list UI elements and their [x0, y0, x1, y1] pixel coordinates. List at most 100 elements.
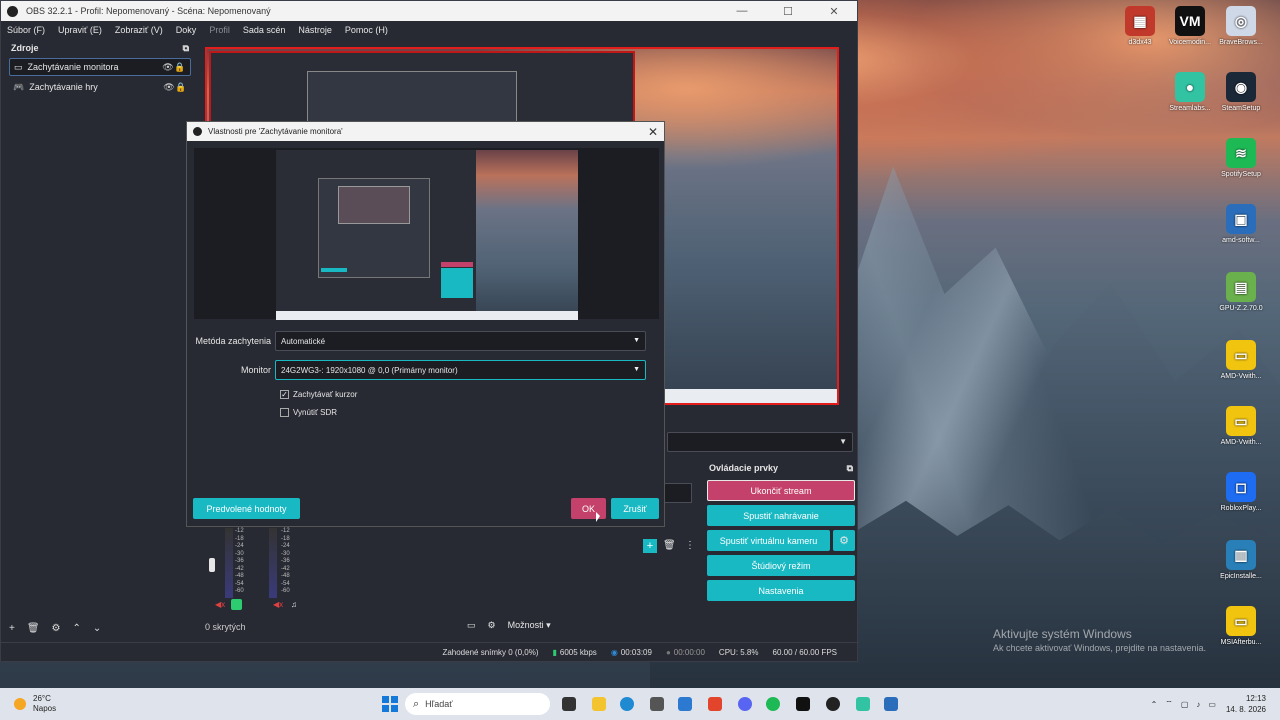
- obs-icon[interactable]: [826, 697, 840, 711]
- brave-icon[interactable]: [708, 697, 722, 711]
- studio-mode-button[interactable]: Štúdiový režim: [707, 555, 855, 576]
- capture-cursor-checkbox[interactable]: ✓ Zachytávať kurzor: [280, 390, 357, 399]
- desktop-icon[interactable]: ▦ d3dx43: [1115, 6, 1165, 46]
- visibility-eye-icon[interactable]: 👁: [163, 82, 175, 93]
- clock[interactable]: 12:13 14. 8. 2026: [1226, 693, 1266, 715]
- mail-icon[interactable]: [678, 697, 692, 711]
- controls-title: Ovládacie prvky: [709, 463, 779, 473]
- system-tray: ⌃ ⌔ ▢ ♪ ▭ 12:13 14. 8. 2026: [1143, 693, 1266, 715]
- app-icon[interactable]: [650, 697, 664, 711]
- source-item-monitor-capture[interactable]: ▭ Zachytávanie monitora 👁 🔒: [9, 58, 191, 76]
- task-view-icon[interactable]: [562, 697, 576, 711]
- monitor-label: Monitor: [240, 365, 271, 375]
- menu-scene-collection[interactable]: Sada scén: [243, 25, 286, 35]
- close-icon[interactable]: ✕: [642, 125, 664, 139]
- arrow-down-icon[interactable]: ⌄: [93, 623, 101, 634]
- network-icon[interactable]: ▢: [1181, 700, 1189, 709]
- edge-icon[interactable]: [620, 697, 634, 711]
- layout-icon[interactable]: ▭: [467, 620, 476, 631]
- transition-select[interactable]: [667, 432, 853, 452]
- desktop-icon[interactable]: ≋ SpotifySetup: [1216, 138, 1266, 178]
- streamlabs-icon[interactable]: [856, 697, 870, 711]
- start-recording-button[interactable]: Spustiť nahrávanie: [707, 505, 855, 526]
- voicemod-icon[interactable]: [796, 697, 810, 711]
- sources-dock: Zdroje ⧉ ▭ Zachytávanie monitora 👁 🔒 🎮 Z…: [5, 40, 195, 620]
- ok-button[interactable]: OK: [571, 498, 606, 519]
- settings-button[interactable]: Nastavenia: [707, 580, 855, 601]
- menu-help[interactable]: Pomoc (H): [345, 25, 388, 35]
- spotify-icon[interactable]: [766, 697, 780, 711]
- cancel-button[interactable]: Zrušiť: [611, 498, 659, 519]
- defaults-button[interactable]: Predvolené hodnoty: [193, 498, 300, 519]
- controls-header: Ovládacie prvky ⧉: [703, 460, 859, 476]
- taskbar-search[interactable]: ⌕ Hľadať: [405, 693, 550, 715]
- desktop-icon[interactable]: ▭ MSIAfterbu...: [1216, 606, 1266, 646]
- maximize-button[interactable]: ☐: [765, 5, 811, 18]
- source-item-game-capture[interactable]: 🎮 Zachytávanie hry 👁 🔒: [9, 78, 191, 96]
- desktop-icon[interactable]: ● Streamlabs...: [1165, 72, 1215, 112]
- monitor-select[interactable]: 24G2WG3-: 1920x1080 @ 0,0 (Primárny moni…: [275, 360, 646, 380]
- desktop-icon[interactable]: ▣ amd-softw...: [1216, 204, 1266, 244]
- desktop-icon[interactable]: ▭ AMD-Vwith...: [1216, 340, 1266, 380]
- windows-start-icon[interactable]: [382, 696, 398, 712]
- trash-icon[interactable]: 🗑: [27, 623, 40, 634]
- discord-icon[interactable]: [738, 697, 752, 711]
- audio-mixer: -12 -18 -24 -30 -36 -42 -48 -54 -60 -12 -18 -24 -30…: [205, 528, 325, 618]
- desktop-icon[interactable]: ▤ GPU-Z.2.70.0: [1216, 272, 1266, 312]
- desktop-icon[interactable]: ▭ AMD-Vwith...: [1216, 406, 1266, 446]
- battery-icon[interactable]: ▭: [1208, 700, 1216, 709]
- desktop-icon[interactable]: ◎ BraveBrows...: [1216, 6, 1266, 46]
- menu-view[interactable]: Zobraziť (V): [115, 25, 163, 35]
- menu-file[interactable]: Súbor (F): [7, 25, 45, 35]
- desktop-icon-label: SpotifySetup: [1221, 171, 1261, 178]
- volume-meter: [225, 528, 233, 598]
- more-icon[interactable]: ⋮: [685, 540, 695, 551]
- close-button[interactable]: ✕: [811, 5, 857, 18]
- start-virtualcam-button[interactable]: Spustiť virtuálnu kameru: [707, 530, 830, 551]
- transition-duration-field[interactable]: [664, 483, 692, 503]
- preview-inner-window: [338, 186, 410, 224]
- app-icon[interactable]: [884, 697, 898, 711]
- menu-edit[interactable]: Upraviť (E): [58, 25, 102, 35]
- file-explorer-icon[interactable]: [592, 697, 606, 711]
- gear-icon[interactable]: ⚙: [833, 530, 855, 551]
- weather-temp: 26°C: [33, 694, 51, 703]
- menu-tools[interactable]: Nástroje: [298, 25, 332, 35]
- add-icon[interactable]: +: [9, 623, 15, 634]
- gear-icon[interactable]: ⚙: [52, 623, 61, 634]
- arrow-up-icon[interactable]: ⌃: [73, 623, 81, 634]
- desktop-icon[interactable]: ▥ EpicInstalle...: [1216, 540, 1266, 580]
- wifi-icon[interactable]: ⌔: [1165, 699, 1173, 709]
- mute-icon[interactable]: ◀x: [273, 600, 283, 609]
- volume-slider-handle[interactable]: [209, 558, 215, 572]
- headphones-icon[interactable]: [231, 599, 242, 610]
- properties-dialog: Vlastnosti pre 'Zachytávanie monitora' ✕…: [186, 121, 665, 527]
- activation-watermark: Aktivujte systém Windows Ak chcete aktiv…: [993, 627, 1206, 653]
- force-sdr-checkbox[interactable]: Vynútiť SDR: [280, 408, 337, 417]
- desktop-icon[interactable]: VM Voicemodin...: [1165, 6, 1215, 46]
- source-label: Zachytávanie monitora: [27, 62, 119, 72]
- undock-icon[interactable]: ⧉: [847, 463, 853, 474]
- minimize-button[interactable]: —: [719, 5, 765, 17]
- desktop-icon[interactable]: ◻ RobloxPlay...: [1216, 472, 1266, 512]
- menu-docks[interactable]: Doky: [176, 25, 197, 35]
- lock-icon[interactable]: 🔒: [175, 82, 187, 93]
- headphones-icon[interactable]: ♫: [291, 600, 297, 609]
- volume-icon[interactable]: ♪: [1196, 700, 1200, 709]
- mixer-settings-icon[interactable]: ⚙: [488, 620, 496, 631]
- record-time: 00:00:00: [673, 648, 705, 657]
- desktop-icon[interactable]: ◉ SteamSetup: [1216, 72, 1266, 112]
- record-icon: ●: [665, 648, 671, 657]
- menu-profile[interactable]: Profil: [209, 25, 230, 35]
- trash-icon[interactable]: 🗑: [663, 540, 676, 551]
- visibility-eye-icon[interactable]: 👁: [162, 62, 174, 73]
- options-button[interactable]: Možnosti ▾: [508, 620, 551, 631]
- capture-method-select[interactable]: Automatické: [275, 331, 646, 351]
- undock-icon[interactable]: ⧉: [183, 43, 189, 54]
- mute-icon[interactable]: ◀x: [215, 600, 225, 609]
- add-icon[interactable]: +: [643, 539, 657, 553]
- weather-widget[interactable]: 26°C Napos: [14, 694, 56, 714]
- stop-stream-button[interactable]: Ukončiť stream: [707, 480, 855, 501]
- lock-icon[interactable]: 🔒: [174, 62, 186, 73]
- chevron-up-icon[interactable]: ⌃: [1151, 700, 1158, 709]
